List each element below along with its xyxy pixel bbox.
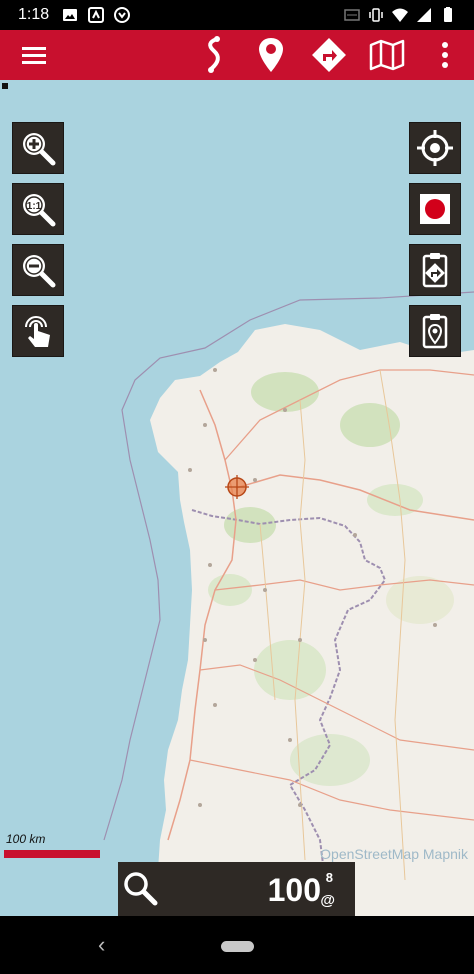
gps-center-button[interactable] <box>409 122 461 174</box>
map-canvas <box>103 291 474 916</box>
status-time: 1:18 <box>18 6 50 23</box>
navigate-clipboard-button[interactable] <box>409 244 461 296</box>
scale-label: 100 km <box>6 832 46 846</box>
search-button[interactable] <box>120 868 160 908</box>
vibrate-icon <box>369 8 383 22</box>
directions-button[interactable] <box>304 30 354 80</box>
wifi-icon <box>392 8 408 22</box>
map-attribution: OpenStreetMap Mapnik <box>320 846 468 862</box>
location-pin-icon <box>259 38 283 72</box>
signal-icon <box>417 8 431 22</box>
gps-target-icon <box>417 130 453 166</box>
search-icon <box>124 872 158 906</box>
touch-mode-button[interactable] <box>12 305 64 357</box>
download-icon <box>114 7 130 23</box>
location-pin-button[interactable] <box>246 30 296 80</box>
zoom-level-value: 100 <box>267 872 321 908</box>
cast-icon <box>344 9 360 21</box>
zoom-in-icon <box>23 133 56 166</box>
map-view[interactable]: 1:1 100 km OpenStreetMap Mapnik <box>0 80 474 916</box>
system-nav-bar: ‹ <box>0 916 474 974</box>
zoom-level-suffix: @ <box>320 892 335 909</box>
svg-text:1:1: 1:1 <box>27 201 42 212</box>
clipboard-pin-icon <box>422 314 448 349</box>
directions-icon <box>312 38 346 72</box>
map-icon <box>369 39 405 71</box>
menu-icon <box>22 47 46 64</box>
route-button[interactable] <box>189 30 239 80</box>
overflow-menu-button[interactable] <box>420 30 470 80</box>
record-icon <box>420 194 450 224</box>
waypoint-clipboard-button[interactable] <box>409 305 461 357</box>
map-layers-button[interactable] <box>362 30 412 80</box>
map-corner-marker <box>2 83 8 89</box>
clipboard-navigate-icon <box>422 253 448 288</box>
search-panel[interactable]: 100 8 @ <box>118 862 355 916</box>
touch-icon <box>25 316 50 347</box>
zoom-in-button[interactable] <box>12 122 64 174</box>
top-toolbar <box>0 30 474 80</box>
screenshot-icon <box>88 7 104 23</box>
zoom-out-button[interactable] <box>12 244 64 296</box>
back-icon[interactable]: ‹ <box>98 932 105 958</box>
more-vert-icon <box>442 42 448 68</box>
battery-icon <box>444 7 452 22</box>
status-bar: 1:18 <box>0 0 474 30</box>
zoom-level-superscript: 8 <box>325 870 333 885</box>
zoom-reset-icon: 1:1 <box>23 194 56 227</box>
route-icon <box>208 36 220 73</box>
scale-bar <box>4 850 100 858</box>
zoom-reset-button[interactable]: 1:1 <box>12 183 64 235</box>
record-track-button[interactable] <box>409 183 461 235</box>
menu-button[interactable] <box>9 30 59 80</box>
home-pill[interactable] <box>221 941 254 952</box>
zoom-out-icon <box>23 255 56 288</box>
image-icon <box>63 9 77 21</box>
